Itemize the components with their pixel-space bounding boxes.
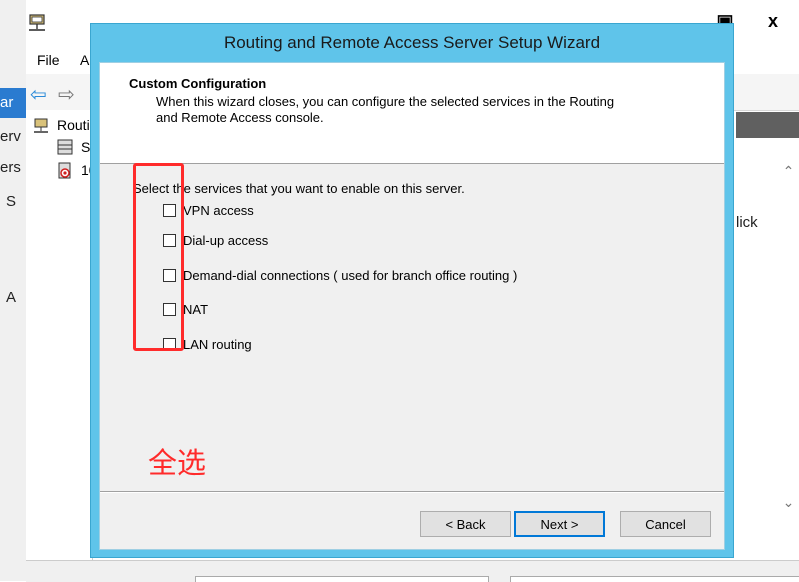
scroll-down-icon[interactable]: ⌄ xyxy=(778,494,799,511)
wizard-header: Custom Configuration When this wizard cl… xyxy=(100,63,724,164)
back-arrow-icon[interactable]: ⇦ xyxy=(30,82,47,107)
option-label: Dial-up access xyxy=(183,232,269,248)
right-pane-header xyxy=(736,112,799,138)
right-pane-scrollbar[interactable] xyxy=(778,140,799,520)
annotation-select-all-text: 全选 xyxy=(148,446,207,480)
left-fragment-text: A xyxy=(6,289,17,306)
next-button[interactable]: Next > xyxy=(514,511,605,537)
server-icon xyxy=(34,118,48,133)
option-label: VPN access xyxy=(183,202,254,218)
button-separator xyxy=(100,491,724,493)
annotation-highlight-box xyxy=(133,163,184,351)
menu-action[interactable]: A xyxy=(80,52,89,68)
routing-app-icon xyxy=(29,14,45,31)
background-bottom-box xyxy=(195,576,489,582)
background-bottom-box xyxy=(510,576,799,582)
option-label: NAT xyxy=(183,301,209,317)
database-icon xyxy=(57,139,73,155)
page-description: When this wizard closes, you can configu… xyxy=(156,94,615,125)
option-demand-dial[interactable]: Demand-dial connections ( used for branc… xyxy=(163,266,517,284)
scroll-up-icon[interactable]: ⌃ xyxy=(778,163,799,180)
option-label: LAN routing xyxy=(183,336,252,352)
cancel-button[interactable]: Cancel xyxy=(620,511,711,537)
tree-item-routing[interactable]: Routi xyxy=(57,117,91,133)
page-title: Custom Configuration xyxy=(129,76,267,91)
left-fragment-text: erv xyxy=(0,128,21,145)
forward-arrow-icon[interactable]: ⇨ xyxy=(58,82,75,107)
back-button[interactable]: < Back xyxy=(420,511,511,537)
wizard-title: Routing and Remote Access Server Setup W… xyxy=(223,33,601,52)
close-button[interactable]: x xyxy=(748,6,798,36)
menu-file[interactable]: File xyxy=(37,52,60,68)
server-stopped-icon xyxy=(58,162,71,179)
left-fragment-text: S xyxy=(6,193,17,210)
left-fragment-text: ers xyxy=(0,159,21,176)
option-label: Demand-dial connections ( used for branc… xyxy=(183,267,518,283)
right-pane-text: lick xyxy=(736,214,758,231)
left-selected-item[interactable]: ar xyxy=(0,88,26,118)
left-fragment-text: ar xyxy=(0,94,14,111)
